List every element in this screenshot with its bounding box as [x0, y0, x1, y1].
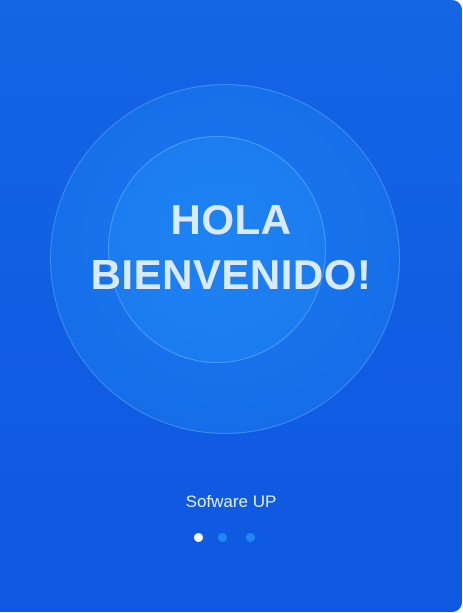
- page-dot-3[interactable]: [246, 533, 255, 542]
- welcome-heading-line-2: BIENVENIDO!: [90, 251, 372, 298]
- welcome-screen: HOLA BIENVENIDO! Sofware UP: [0, 0, 462, 612]
- welcome-heading-line-1: HOLA: [170, 196, 292, 243]
- page-dot-2[interactable]: [218, 533, 227, 542]
- pagination-dots: [0, 533, 462, 543]
- page-dot-1[interactable]: [194, 533, 203, 542]
- welcome-heading: HOLA BIENVENIDO!: [0, 192, 462, 302]
- brand-name: Sofware UP: [185, 492, 277, 511]
